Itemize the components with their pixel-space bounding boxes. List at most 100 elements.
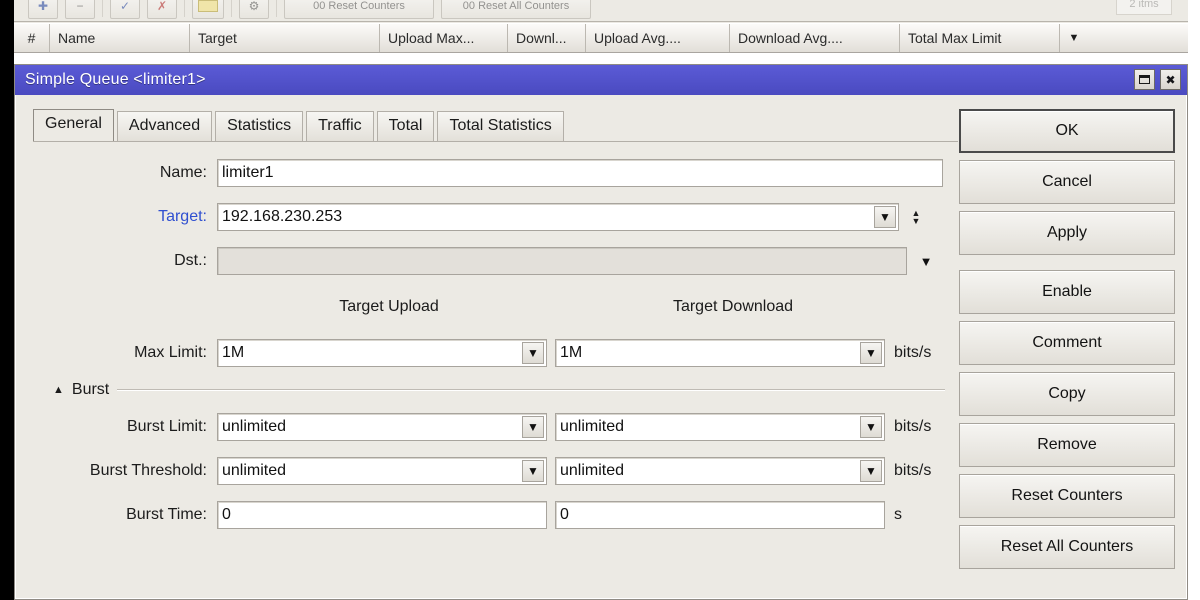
burst-threshold-download-input[interactable]: unlimited ▼ xyxy=(555,457,885,485)
burst-limit-download-dropdown-arrow-icon[interactable]: ▼ xyxy=(860,416,882,438)
reset-counters-button[interactable]: Reset Counters xyxy=(959,474,1175,518)
window-controls: ✖ xyxy=(1134,69,1181,90)
burst-threshold-row: Burst Threshold: unlimited ▼ unlimited ▼… xyxy=(15,449,965,493)
burst-threshold-upload-dropdown-arrow-icon[interactable]: ▼ xyxy=(522,460,544,482)
burst-threshold-unit: bits/s xyxy=(894,462,932,479)
target-input[interactable]: 192.168.230.253 ▼ xyxy=(217,203,899,231)
target-row: Target: 192.168.230.253 ▼ ▲ ▼ xyxy=(15,195,965,239)
target-spinner[interactable]: ▲ ▼ xyxy=(905,203,927,231)
enable-button[interactable]: Enable xyxy=(959,270,1175,314)
comment-button[interactable]: Comment xyxy=(959,321,1175,365)
column-header-upload-max[interactable]: Upload Max... xyxy=(380,24,508,52)
apply-button[interactable]: Apply xyxy=(959,211,1175,255)
target-dropdown-arrow-icon[interactable]: ▼ xyxy=(874,206,896,228)
max-limit-row: Max Limit: 1M ▼ 1M ▼ bits/s xyxy=(15,331,965,375)
burst-threshold-upload-input[interactable]: unlimited ▼ xyxy=(217,457,547,485)
tab-total-statistics[interactable]: Total Statistics xyxy=(437,111,564,141)
restore-button[interactable] xyxy=(1134,69,1155,90)
disable-button[interactable]: ✗ xyxy=(147,0,177,19)
dst-input[interactable] xyxy=(217,247,907,275)
reset-all-counters-button[interactable]: Reset All Counters xyxy=(959,525,1175,569)
chevron-down-icon: ▼ xyxy=(911,216,921,226)
general-tab-panel: Name: limiter1 Target: 192.168.230.253 ▼… xyxy=(15,151,965,537)
column-header-total-max[interactable]: Total Max Limit xyxy=(900,24,1060,52)
column-header-download-max[interactable]: Downl... xyxy=(508,24,586,52)
column-header-upload-avg[interactable]: Upload Avg.... xyxy=(586,24,730,52)
target-download-header: Target Download xyxy=(672,298,794,315)
tab-general[interactable]: General xyxy=(33,109,114,141)
burst-time-download-input[interactable]: 0 xyxy=(555,501,885,529)
burst-threshold-upload-value: unlimited xyxy=(222,462,287,479)
burst-divider xyxy=(117,389,945,391)
name-row: Name: limiter1 xyxy=(15,151,965,195)
plus-icon: ✚ xyxy=(37,0,49,13)
cancel-button[interactable]: Cancel xyxy=(959,160,1175,204)
burst-time-upload-input[interactable]: 0 xyxy=(217,501,547,529)
direction-column-headers: Target Upload Target Download xyxy=(15,283,965,331)
toolbar-reset-counters-label: 00 Reset Counters xyxy=(313,0,405,12)
burst-time-row: Burst Time: 0 0 s xyxy=(15,493,965,537)
burst-limit-row: Burst Limit: unlimited ▼ unlimited ▼ bit… xyxy=(15,405,965,449)
burst-threshold-download-dropdown-arrow-icon[interactable]: ▼ xyxy=(860,460,882,482)
tab-underline xyxy=(33,141,958,142)
burst-limit-download-value: unlimited xyxy=(560,418,625,435)
check-icon: ✓ xyxy=(119,0,131,13)
burst-limit-upload-dropdown-arrow-icon[interactable]: ▼ xyxy=(522,416,544,438)
close-button[interactable]: ✖ xyxy=(1160,69,1181,90)
remove-button[interactable]: − xyxy=(65,0,95,19)
burst-limit-download-input[interactable]: unlimited ▼ xyxy=(555,413,885,441)
toolbar-divider xyxy=(184,0,185,17)
queue-list-column-header: # Name Target Upload Max... Downl... Upl… xyxy=(14,23,1188,53)
dst-label: Dst.: xyxy=(174,252,207,269)
burst-section-header[interactable]: ▲ Burst xyxy=(15,375,965,405)
max-limit-upload-input[interactable]: 1M ▼ xyxy=(217,339,547,367)
dst-row: Dst.: ▼ xyxy=(15,239,965,283)
remove-button[interactable]: Remove xyxy=(959,423,1175,467)
target-label[interactable]: Target: xyxy=(35,208,217,226)
burst-limit-label: Burst Limit: xyxy=(126,418,207,435)
minus-icon: − xyxy=(76,0,84,13)
max-limit-upload-dropdown-arrow-icon[interactable]: ▼ xyxy=(522,342,544,364)
column-header-number[interactable]: # xyxy=(14,24,50,52)
list-toolbar: ✚ − ✓ ✗ ⚙ 00 Reset Counters 00 Reset All… xyxy=(14,0,1188,22)
screen: ✚ − ✓ ✗ ⚙ 00 Reset Counters 00 Reset All… xyxy=(0,0,1200,600)
item-count: 2 itms xyxy=(1116,0,1172,15)
toolbar-reset-all-counters-button[interactable]: 00 Reset All Counters xyxy=(441,0,591,19)
max-limit-download-input[interactable]: 1M ▼ xyxy=(555,339,885,367)
max-limit-download-value: 1M xyxy=(560,344,583,361)
settings-button[interactable]: ⚙ xyxy=(239,0,269,19)
tab-advanced[interactable]: Advanced xyxy=(116,111,213,141)
close-icon: ✖ xyxy=(1165,72,1176,87)
max-limit-download-dropdown-arrow-icon[interactable]: ▼ xyxy=(860,342,882,364)
burst-time-unit: s xyxy=(894,506,902,523)
dialog-title-bar[interactable]: Simple Queue <limiter1> ✖ xyxy=(15,65,1187,95)
gear-icon: ⚙ xyxy=(248,0,260,13)
copy-button[interactable]: Copy xyxy=(959,372,1175,416)
toolbar-reset-counters-button[interactable]: 00 Reset Counters xyxy=(284,0,434,19)
burst-threshold-download-value: unlimited xyxy=(560,462,625,479)
burst-limit-upload-input[interactable]: unlimited ▼ xyxy=(217,413,547,441)
dst-dropdown-arrow-icon[interactable]: ▼ xyxy=(913,247,939,275)
tab-traffic[interactable]: Traffic xyxy=(306,111,374,141)
ok-button[interactable]: OK xyxy=(959,109,1175,153)
column-header-target[interactable]: Target xyxy=(190,24,380,52)
burst-limit-unit: bits/s xyxy=(894,418,932,435)
toolbar-divider xyxy=(102,0,103,17)
burst-collapse-icon[interactable]: ▲ xyxy=(53,384,64,396)
column-menu-icon[interactable]: ▼ xyxy=(1060,24,1088,52)
add-button[interactable]: ✚ xyxy=(28,0,58,19)
dialog-tabs: General Advanced Statistics Traffic Tota… xyxy=(33,109,567,141)
name-input[interactable]: limiter1 xyxy=(217,159,943,187)
target-upload-header: Target Upload xyxy=(339,298,439,315)
burst-limit-upload-value: unlimited xyxy=(222,418,287,435)
burst-time-download-value: 0 xyxy=(560,506,569,523)
column-header-download-avg[interactable]: Download Avg.... xyxy=(730,24,900,52)
tab-statistics[interactable]: Statistics xyxy=(215,111,304,141)
window-left-edge xyxy=(0,0,14,600)
column-header-name[interactable]: Name xyxy=(50,24,190,52)
enable-button[interactable]: ✓ xyxy=(110,0,140,19)
comment-button[interactable] xyxy=(192,0,224,19)
burst-threshold-label: Burst Threshold: xyxy=(89,462,207,479)
toolbar-divider xyxy=(231,0,232,17)
tab-total[interactable]: Total xyxy=(376,111,435,141)
